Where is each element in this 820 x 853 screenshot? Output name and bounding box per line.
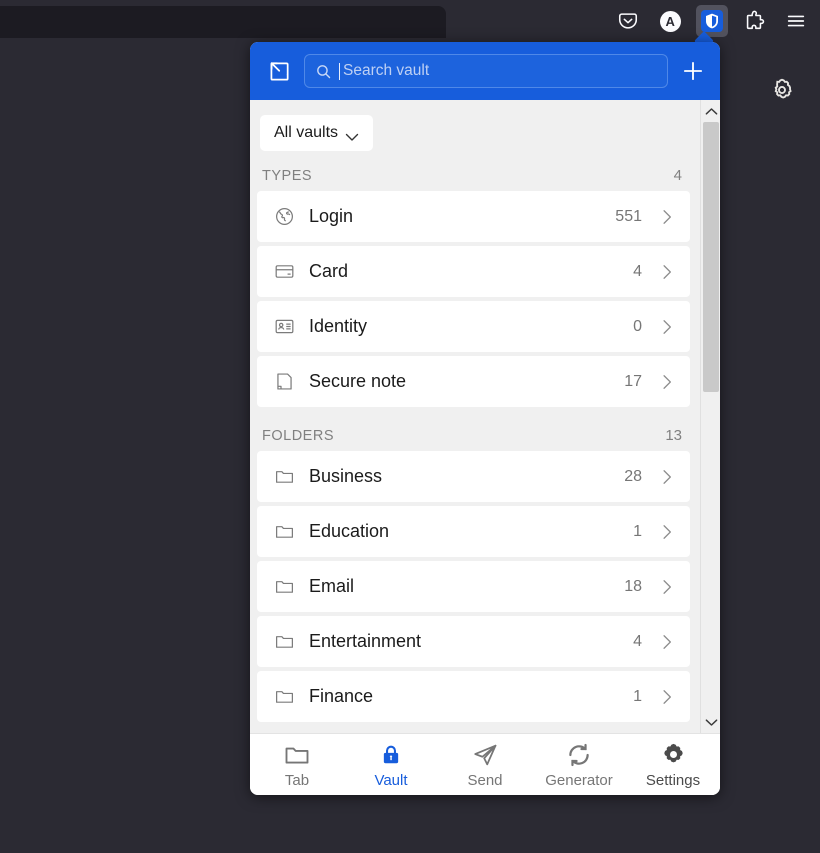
row-count: 28 bbox=[624, 467, 642, 485]
vault-filter-row: All vaults bbox=[250, 100, 700, 151]
scroll-up-arrow-icon[interactable] bbox=[701, 102, 720, 120]
section-count: 13 bbox=[665, 427, 682, 444]
lock-icon bbox=[377, 741, 405, 769]
folder-icon bbox=[273, 631, 295, 653]
active-browser-tab[interactable] bbox=[0, 6, 446, 38]
scrollbar-thumb[interactable] bbox=[703, 122, 719, 392]
nav-vault[interactable]: Vault bbox=[344, 734, 438, 795]
folder-row-email[interactable]: Email 18 bbox=[257, 561, 690, 612]
section-header-types: TYPES 4 bbox=[250, 151, 700, 191]
bitwarden-popup: Search vault All vaults TYPES 4 Login 55… bbox=[250, 42, 720, 795]
section-header-folders: FOLDERS 13 bbox=[250, 411, 700, 451]
folder-icon bbox=[273, 466, 295, 488]
row-label: Entertainment bbox=[309, 631, 422, 651]
folder-row-entertainment[interactable]: Entertainment 4 bbox=[257, 616, 690, 667]
vault-row-identity[interactable]: Identity 0 bbox=[257, 301, 690, 352]
chevron-right-icon bbox=[656, 686, 678, 708]
row-label: Login bbox=[309, 206, 354, 226]
row-label: Secure note bbox=[309, 371, 407, 391]
add-item-icon[interactable] bbox=[678, 56, 708, 86]
browser-toolbar-icons: A bbox=[612, 3, 812, 39]
extensions-icon[interactable] bbox=[738, 5, 770, 37]
bitwarden-extension-icon[interactable] bbox=[696, 5, 728, 37]
nav-label: Tab bbox=[284, 771, 310, 789]
page-gear-icon[interactable] bbox=[768, 76, 796, 104]
globe-icon bbox=[273, 206, 295, 228]
search-input[interactable]: Search vault bbox=[304, 54, 668, 88]
row-count: 17 bbox=[624, 372, 642, 390]
generator-icon bbox=[565, 741, 593, 769]
nav-label: Generator bbox=[545, 771, 613, 789]
account-avatar[interactable]: A bbox=[654, 5, 686, 37]
row-count: 0 bbox=[633, 317, 642, 335]
chevron-down-icon bbox=[345, 129, 359, 141]
folder-icon bbox=[273, 521, 295, 543]
credit-card-icon bbox=[273, 261, 295, 283]
vault-filter-dropdown[interactable]: All vaults bbox=[260, 115, 374, 151]
gear-icon bbox=[659, 741, 687, 769]
chevron-right-icon bbox=[656, 206, 678, 228]
send-icon bbox=[471, 741, 499, 769]
vault-row-card[interactable]: Card 4 bbox=[257, 246, 690, 297]
chevron-right-icon bbox=[656, 521, 678, 543]
popup-bottom-nav: Tab Vault Send Generator Settings bbox=[250, 733, 720, 795]
folder-row-business[interactable]: Business 28 bbox=[257, 451, 690, 502]
nav-settings[interactable]: Settings bbox=[626, 734, 720, 795]
section-title: FOLDERS bbox=[262, 428, 334, 444]
row-label: Identity bbox=[309, 316, 368, 336]
row-label: Education bbox=[309, 521, 390, 541]
row-count: 4 bbox=[633, 632, 642, 650]
vault-scrollbar[interactable] bbox=[700, 100, 720, 733]
scroll-down-arrow-icon[interactable] bbox=[701, 713, 720, 731]
pocket-icon[interactable] bbox=[612, 5, 644, 37]
folder-icon bbox=[273, 576, 295, 598]
id-card-icon bbox=[273, 316, 295, 338]
folder-row-finance[interactable]: Finance 1 bbox=[257, 671, 690, 722]
row-label: Finance bbox=[309, 686, 374, 706]
nav-generator[interactable]: Generator bbox=[532, 734, 626, 795]
nav-send[interactable]: Send bbox=[438, 734, 532, 795]
avatar-initial: A bbox=[659, 10, 681, 32]
chevron-right-icon bbox=[656, 371, 678, 393]
row-label: Email bbox=[309, 576, 355, 596]
bitwarden-shield-icon bbox=[701, 10, 723, 32]
row-label: Business bbox=[309, 466, 383, 486]
folder-row-education[interactable]: Education 1 bbox=[257, 506, 690, 557]
row-count: 18 bbox=[624, 577, 642, 595]
search-caret bbox=[339, 62, 340, 80]
folder-icon bbox=[283, 741, 311, 769]
popup-header: Search vault bbox=[250, 42, 720, 100]
chevron-right-icon bbox=[656, 316, 678, 338]
folder-icon bbox=[273, 686, 295, 708]
row-count: 1 bbox=[633, 687, 642, 705]
popup-body: All vaults TYPES 4 Login 551 Card 4 Iden… bbox=[250, 100, 720, 733]
popout-icon[interactable] bbox=[264, 56, 294, 86]
vault-list: All vaults TYPES 4 Login 551 Card 4 Iden… bbox=[250, 100, 700, 733]
app-menu-icon[interactable] bbox=[780, 5, 812, 37]
chevron-right-icon bbox=[656, 576, 678, 598]
chevron-right-icon bbox=[656, 466, 678, 488]
note-icon bbox=[273, 371, 295, 393]
nav-label: Vault bbox=[374, 771, 408, 789]
search-placeholder: Search vault bbox=[343, 62, 430, 79]
row-count: 4 bbox=[633, 262, 642, 280]
row-count: 551 bbox=[615, 207, 642, 225]
vault-row-secure-note[interactable]: Secure note 17 bbox=[257, 356, 690, 407]
row-count: 1 bbox=[633, 522, 642, 540]
nav-tab[interactable]: Tab bbox=[250, 734, 344, 795]
row-label: Card bbox=[309, 261, 349, 281]
vault-filter-label: All vaults bbox=[274, 124, 339, 141]
chevron-right-icon bbox=[656, 261, 678, 283]
vault-row-login[interactable]: Login 551 bbox=[257, 191, 690, 242]
section-title: TYPES bbox=[262, 168, 313, 184]
chevron-right-icon bbox=[656, 631, 678, 653]
nav-label: Settings bbox=[645, 771, 701, 789]
section-count: 4 bbox=[673, 167, 682, 184]
search-icon bbox=[315, 63, 332, 80]
nav-label: Send bbox=[467, 771, 503, 789]
